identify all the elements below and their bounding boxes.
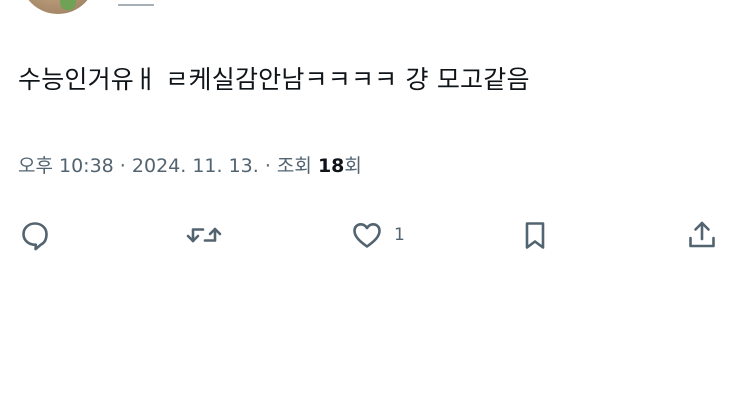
tweet-text: 수능인거유ㅐ ㄹ케실감안남ㅋㅋㅋㅋ 걍 모고같음 [18, 65, 530, 94]
tweet-date[interactable]: 2024. 11. 13. [132, 155, 259, 177]
share-upload-icon [689, 221, 715, 248]
retweet-button[interactable] [184, 218, 224, 252]
bookmark-button[interactable] [518, 218, 552, 252]
meta-separator: · [113, 155, 132, 177]
retweet-arrows-icon [186, 227, 222, 243]
tweet-meta: 오후 10:38 · 2024. 11. 13. · 조회 18회 [18, 152, 362, 180]
reply-bubble-icon [22, 222, 48, 251]
heart-icon [353, 223, 381, 248]
avatar-image-detail [60, 0, 76, 10]
tweet-time[interactable]: 오후 10:38 [18, 155, 114, 177]
views-count: 18 [317, 155, 345, 177]
share-button[interactable] [685, 218, 719, 252]
author-avatar[interactable] [20, 0, 96, 14]
meta-separator: · [258, 155, 277, 177]
reply-button[interactable] [18, 218, 52, 252]
like-count: 1 [394, 225, 405, 245]
views-suffix: 회 [344, 155, 362, 177]
author-handle-fragment [118, 0, 154, 6]
views-label: 조회 [276, 155, 312, 177]
bookmark-icon [525, 222, 545, 249]
like-button[interactable]: 1 [350, 218, 405, 252]
